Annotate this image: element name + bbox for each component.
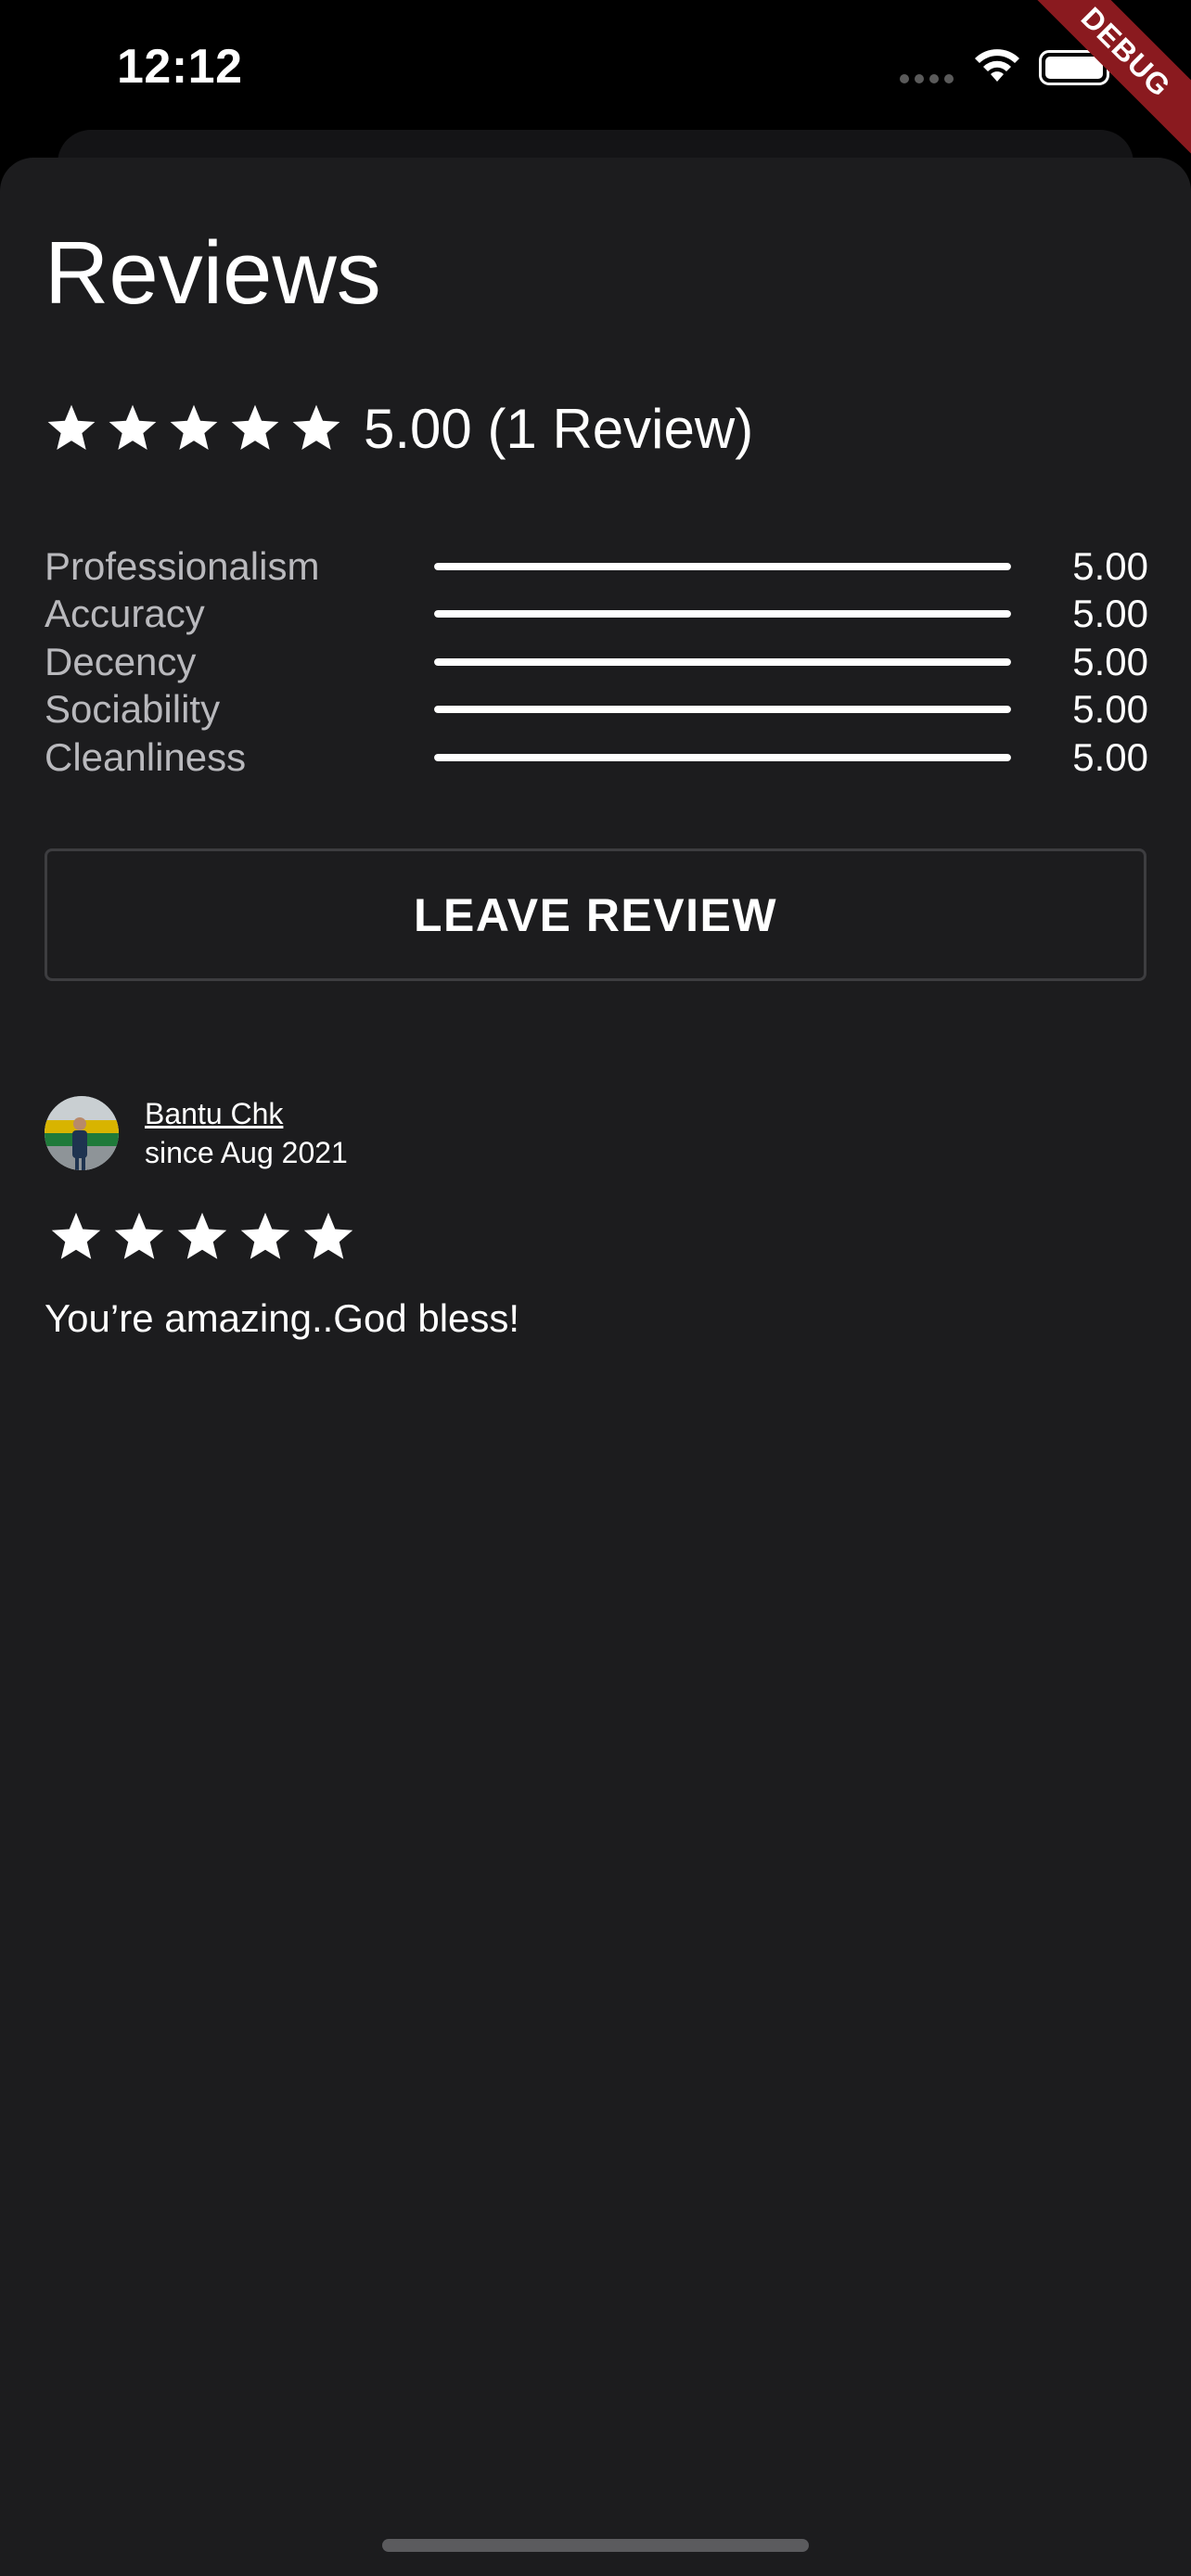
criterion-label: Accuracy [45,592,205,636]
criterion-label: Professionalism [45,543,320,588]
criterion-bar [434,610,1011,618]
criterion-value: 5.00 [1072,687,1148,732]
status-bar: 12:12 [0,0,1191,139]
avatar[interactable] [45,1096,119,1170]
star-icon [114,1212,164,1259]
review-header: Bantu Chk since Aug 2021 [45,1094,1146,1172]
status-time: 12:12 [117,40,243,94]
criterion-label: Cleanliness [45,734,247,779]
criterion-bar [434,753,1011,761]
criterion-row: Professionalism 5.00 [45,542,1148,591]
rating-summary: 5.00 (1 Review) [45,391,753,465]
summary-text: 5.00 (1 Review) [364,397,754,460]
avatar-image [45,1096,119,1170]
star-icon [177,1212,227,1259]
criterion-row: Decency 5.00 [45,638,1148,686]
star-icon [47,404,96,450]
criterion-bar [434,657,1011,666]
criterion-label: Decency [45,639,197,683]
review-text: You’re amazing..God bless! [45,1296,520,1340]
criterion-row: Cleanliness 5.00 [45,733,1148,782]
summary-stars [45,402,343,455]
review-item: Bantu Chk since Aug 2021 You’re amazing.… [45,1094,1146,1341]
page-title: Reviews [45,223,381,323]
star-icon [303,1212,353,1259]
review-stars [45,1209,1146,1265]
reviews-sheet [0,158,1191,2576]
wifi-icon [975,49,1019,82]
criterion-value: 5.00 [1072,592,1148,636]
criterion-row: Accuracy 5.00 [45,591,1148,639]
star-icon [170,404,218,450]
criterion-value: 5.00 [1072,543,1148,588]
signal-icon [900,74,954,83]
star-icon [109,404,157,450]
criterion-label: Sociability [45,687,221,732]
star-icon [51,1212,101,1259]
criterion-value: 5.00 [1072,639,1148,683]
criterion-row: Sociability 5.00 [45,686,1148,734]
leave-review-button[interactable]: LEAVE REVIEW [45,848,1146,981]
reviewer-since: since Aug 2021 [145,1136,348,1169]
reviewer-meta: Bantu Chk since Aug 2021 [145,1094,348,1172]
criterion-bar [434,562,1011,570]
star-icon [231,404,279,450]
criterion-value: 5.00 [1072,734,1148,779]
reviewer-name-link[interactable]: Bantu Chk [145,1094,348,1133]
star-icon [240,1212,290,1259]
criteria-list: Professionalism 5.00 Accuracy 5.00 Decen… [45,542,1148,782]
home-indicator [382,2539,809,2552]
criterion-bar [434,706,1011,714]
star-icon [292,404,340,450]
